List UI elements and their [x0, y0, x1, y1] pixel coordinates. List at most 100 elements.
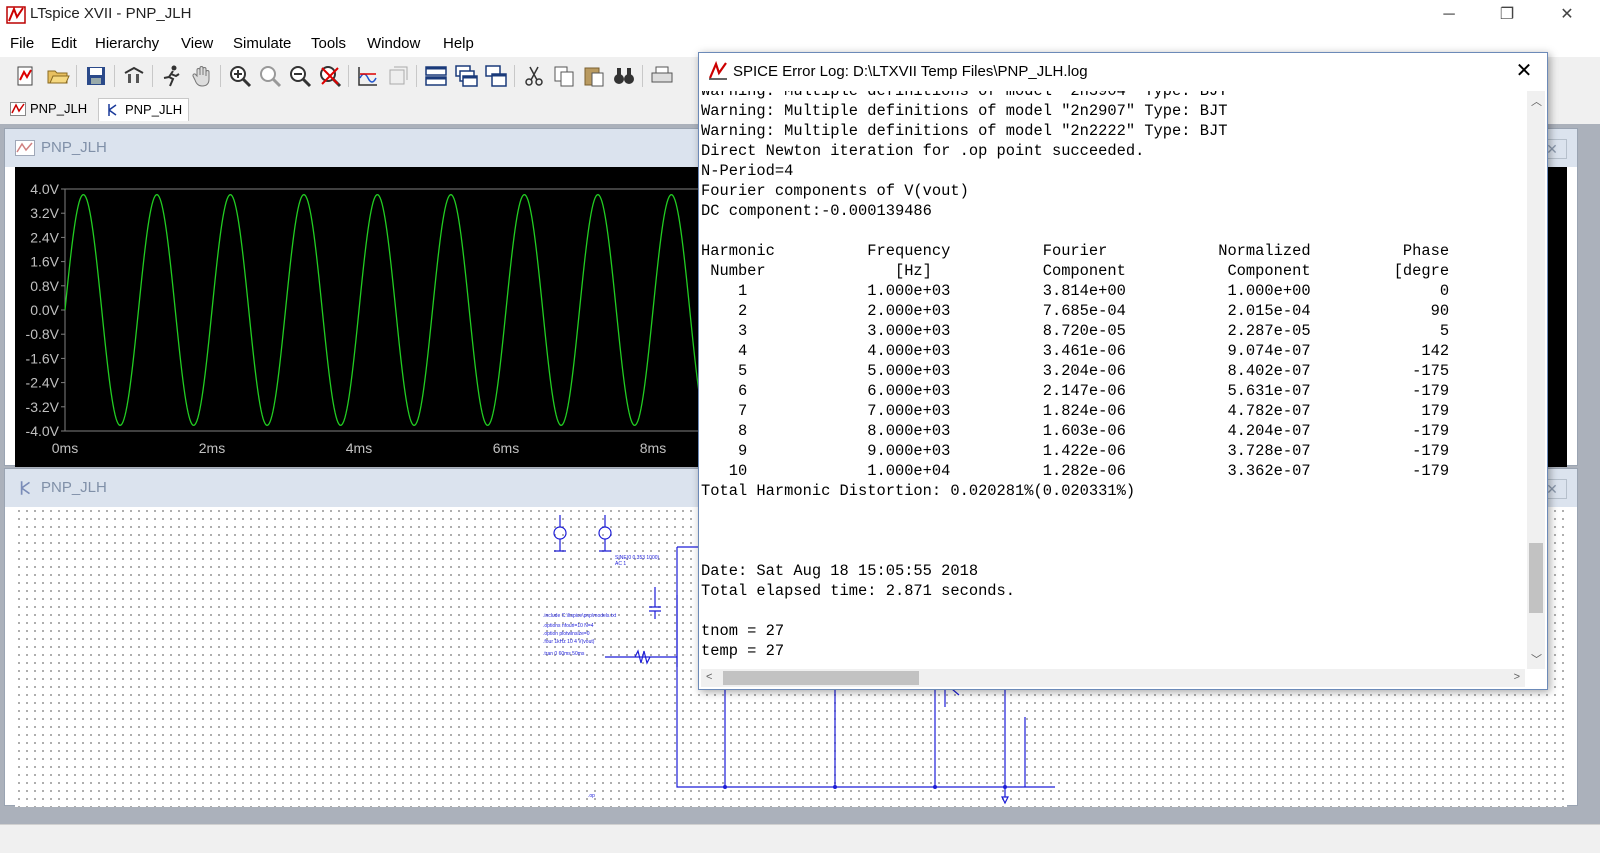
y-tick-label: 3.2V	[30, 205, 59, 221]
log-line: Direct Newton iteration for .op point su…	[701, 142, 1145, 160]
log-line: Total elapsed time: 2.871 seconds.	[701, 582, 1016, 600]
svg-text:.op: .op	[588, 793, 595, 799]
y-tick-label: -0.8V	[26, 326, 60, 342]
paste-icon[interactable]	[582, 64, 606, 88]
scroll-right-icon[interactable]: >	[1514, 671, 1520, 683]
log-line: 4 4.000e+03 3.461e-06 9.074e-07 142	[701, 342, 1450, 360]
y-tick-label: -3.2V	[26, 399, 60, 415]
close-button[interactable]: ✕	[1544, 0, 1590, 30]
schematic-icon	[20, 481, 30, 495]
y-tick-label: 4.0V	[30, 181, 59, 197]
log-line: 3 3.000e+03 8.720e-05 2.287e-05 5	[701, 322, 1450, 340]
tab-label: PNP_JLH	[125, 102, 183, 117]
menu-window[interactable]: Window	[367, 35, 420, 52]
log-line: temp = 27	[701, 642, 785, 660]
copy-icon[interactable]	[552, 64, 576, 88]
mark-unused-icon[interactable]	[386, 64, 410, 88]
log-line: 7 7.000e+03 1.824e-06 4.782e-07 179	[701, 402, 1450, 420]
svg-text:.tran 0 60ms 50ms: .tran 0 60ms 50ms	[543, 651, 585, 657]
log-line: N-Period=4	[701, 162, 794, 180]
autorange-icon[interactable]	[356, 64, 380, 88]
log-line: Total Harmonic Distortion: 0.020281%(0.0…	[701, 482, 1136, 500]
horizontal-scroll-thumb[interactable]	[723, 671, 919, 685]
log-line: 9 9.000e+03 1.422e-06 3.728e-07 -179	[701, 442, 1450, 460]
save-icon[interactable]	[84, 64, 108, 88]
run-icon[interactable]	[160, 64, 184, 88]
log-line: 1 1.000e+03 3.814e+00 1.000e+00 0	[701, 282, 1450, 300]
x-tick-label: 2ms	[199, 440, 225, 456]
tile-horizontal-icon[interactable]	[424, 64, 448, 88]
zoom-cancel-icon[interactable]	[318, 64, 342, 88]
horizontal-scrollbar[interactable]: < >	[701, 669, 1525, 687]
zoom-in-icon[interactable]	[228, 64, 252, 88]
dialog-close-button[interactable]: ✕	[1509, 57, 1539, 85]
menu-tools[interactable]: Tools	[311, 35, 346, 52]
log-line: tnom = 27	[701, 622, 785, 640]
menu-help[interactable]: Help	[443, 35, 474, 52]
log-line: 5 5.000e+03 3.204e-06 8.402e-07 -175	[701, 362, 1450, 380]
cascade-icon[interactable]	[454, 64, 478, 88]
halt-icon[interactable]	[190, 64, 214, 88]
vertical-scroll-thumb[interactable]	[1529, 543, 1543, 613]
open-icon[interactable]	[46, 64, 70, 88]
svg-text:.option plotwinsize=0: .option plotwinsize=0	[543, 631, 590, 637]
log-text-area[interactable]: Warning: Multiple definitions of model "…	[701, 91, 1525, 669]
menu-view[interactable]: View	[181, 35, 213, 52]
minimize-button[interactable]: ─	[1426, 0, 1472, 30]
zoom-fit-icon[interactable]	[258, 64, 282, 88]
tab-label: PNP_JLH	[30, 101, 88, 116]
cut-icon[interactable]	[522, 64, 546, 88]
find-icon[interactable]	[612, 64, 636, 88]
app-title-bar: LTspice XVII - PNP_JLH ─ ❐ ✕	[0, 0, 1600, 30]
menu-file[interactable]: File	[10, 35, 34, 52]
y-tick-label: -4.0V	[26, 423, 60, 439]
tab-schematic[interactable]: PNP_JLH	[98, 98, 190, 121]
log-line: Fourier components of V(vout)	[701, 182, 969, 200]
spice-error-log-dialog: SPICE Error Log: D:\LTXVII Temp Files\PN…	[698, 52, 1548, 690]
control-panel-icon[interactable]	[122, 64, 146, 88]
x-tick-label: 4ms	[346, 440, 372, 456]
log-line: Date: Sat Aug 18 15:05:55 2018	[701, 562, 979, 580]
scroll-left-icon[interactable]: <	[706, 671, 712, 683]
schematic-icon	[108, 104, 117, 116]
y-tick-label: 1.6V	[30, 254, 59, 270]
menu-edit[interactable]: Edit	[51, 35, 77, 52]
log-line: 10 1.000e+04 1.282e-06 3.362e-07 -179	[701, 462, 1450, 480]
log-line: Warning: Multiple definitions of model "…	[701, 91, 1228, 100]
y-tick-label: 0.8V	[30, 278, 59, 294]
restore-button[interactable]: ❐	[1484, 0, 1530, 30]
svg-text:.include C:\ltspice\pnp\models: .include C:\ltspice\pnp\models.txt	[543, 613, 617, 619]
vertical-scrollbar[interactable]: ︿ ﹀	[1527, 91, 1545, 669]
log-line: Harmonic Frequency Fourier Normalized Ph…	[701, 242, 1450, 260]
y-tick-label: -1.6V	[26, 350, 60, 366]
document-tabs: PNP_JLH PNP_JLH	[0, 96, 700, 122]
waveform-icon	[10, 102, 26, 116]
new-schematic-icon[interactable]	[14, 64, 38, 88]
menu-simulate[interactable]: Simulate	[233, 35, 291, 52]
log-line: Warning: Multiple definitions of model "…	[701, 122, 1228, 140]
x-tick-label: 6ms	[493, 440, 519, 456]
scroll-down-icon[interactable]: ﹀	[1531, 651, 1542, 667]
log-line: 2 2.000e+03 7.685e-04 2.015e-04 90	[701, 302, 1450, 320]
ltspice-logo-icon	[6, 6, 26, 24]
log-line: 8 8.000e+03 1.603e-06 4.204e-07 -179	[701, 422, 1450, 440]
waveform-window-title: PNP_JLH	[41, 139, 107, 156]
x-tick-label: 8ms	[640, 440, 666, 456]
schematic-window-title: PNP_JLH	[41, 479, 107, 496]
scroll-up-icon[interactable]: ︿	[1531, 93, 1542, 109]
zoom-out-icon[interactable]	[288, 64, 312, 88]
print-icon[interactable]	[650, 64, 674, 88]
menu-hierarchy[interactable]: Hierarchy	[95, 35, 159, 52]
x-tick-label: 0ms	[52, 440, 78, 456]
toolbar	[0, 57, 700, 95]
y-tick-label: 2.4V	[30, 229, 59, 245]
tab-waveform[interactable]: PNP_JLH	[4, 98, 93, 120]
log-line: Number [Hz] Component Component [degre	[701, 262, 1450, 280]
app-title: LTspice XVII - PNP_JLH	[30, 5, 192, 22]
tile-vertical-icon[interactable]	[484, 64, 508, 88]
waveform-icon	[15, 140, 35, 156]
ltspice-logo-icon	[708, 61, 727, 80]
